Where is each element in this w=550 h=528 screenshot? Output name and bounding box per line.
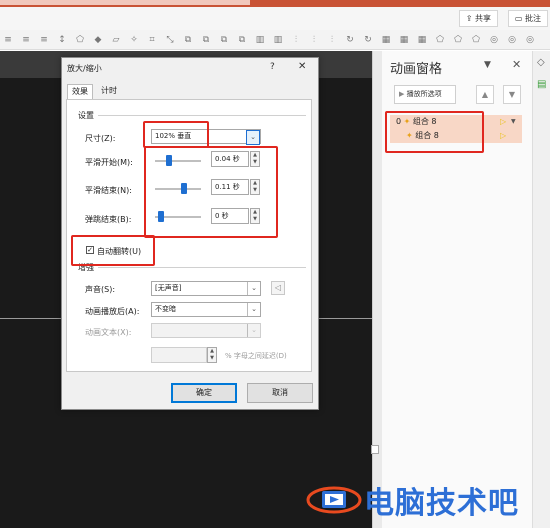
after-animation-select[interactable]: 不变暗 ⌄	[151, 302, 261, 317]
distribute-icon[interactable]: ⫶	[290, 35, 302, 45]
arrange-icon[interactable]: ▦	[380, 35, 392, 45]
layer-icon[interactable]: ▥	[254, 35, 266, 45]
chevron-down-icon[interactable]: ⌄	[247, 303, 260, 316]
comments-button[interactable]: ▭ 批注	[507, 10, 548, 27]
share-button[interactable]: ⇪ 共享	[458, 10, 498, 27]
highlight-box-size	[143, 121, 209, 148]
distribute-icon[interactable]: ⫶	[308, 35, 320, 45]
after-animation-label: 动画播放后(A):	[85, 307, 140, 316]
scroll-thumb[interactable]	[371, 445, 379, 454]
highlight-box-pane	[385, 111, 484, 153]
merge-icon[interactable]: ◎	[506, 35, 518, 45]
shape-icon[interactable]: ⬠	[74, 35, 86, 45]
side-panel-strip: ◇ ▤	[532, 51, 550, 528]
title-bar	[0, 0, 550, 7]
arrange-icon[interactable]: ▦	[398, 35, 410, 45]
animation-pane-title: 动画窗格	[390, 62, 443, 77]
size-label: 尺寸(Z):	[85, 134, 116, 143]
close-icon[interactable]: ✕	[298, 61, 306, 72]
smooth-start-label: 平滑开始(M):	[85, 158, 133, 167]
settings-group-label: 设置	[78, 111, 94, 120]
timing-bar-icon: ▷	[500, 131, 507, 140]
sound-label: 声音(S):	[85, 285, 116, 294]
distribute-icon[interactable]: ⫶	[326, 35, 338, 45]
animate-text-select[interactable]: ⌄	[151, 323, 261, 338]
shape-icon[interactable]: ⬠	[434, 35, 446, 45]
tab-effect[interactable]: 效果	[67, 84, 93, 100]
highlight-box-sliders	[144, 146, 278, 238]
group-icon[interactable]: ⧉	[182, 35, 194, 45]
letter-delay-label: % 字母之间延迟(D)	[225, 352, 287, 360]
comments-label: 批注	[525, 14, 541, 23]
chevron-down-icon[interactable]: ⌄	[247, 324, 260, 337]
rotate-icon[interactable]: ↻	[362, 35, 374, 45]
arrange-icon[interactable]: ▦	[416, 35, 428, 45]
move-up-button[interactable]: ▲	[476, 85, 494, 104]
shape-icon[interactable]: ⬠	[452, 35, 464, 45]
crop-icon[interactable]: ⌗	[146, 35, 158, 45]
after-animation-value: 不变暗	[155, 305, 176, 313]
sound-value: [无声音]	[155, 284, 182, 292]
group-icon[interactable]: ⧉	[236, 35, 248, 45]
chevron-down-icon[interactable]: ⌄	[247, 282, 260, 295]
pane-menu-icon[interactable]: ▼	[484, 60, 491, 70]
dropdown-icon[interactable]: ▼	[511, 115, 516, 129]
align-icon[interactable]: ≡	[38, 35, 50, 45]
chevron-down-icon: ▼	[508, 90, 516, 99]
sound-select[interactable]: [无声音] ⌄	[151, 281, 261, 296]
tab-timing[interactable]: 计时	[97, 84, 121, 100]
spin-up-icon[interactable]: ▲	[210, 348, 214, 354]
highlight-box-auto-reverse	[71, 235, 155, 266]
animate-text-label: 动画文本(X):	[85, 328, 132, 337]
chevron-down-icon[interactable]: ⌄	[246, 130, 260, 145]
panel-icon[interactable]: ▤	[537, 79, 546, 90]
spin-down-icon[interactable]: ▼	[210, 355, 214, 361]
timing-bar-icon: ▷	[500, 117, 507, 126]
merge-icon[interactable]: ◎	[488, 35, 500, 45]
pane-close-icon[interactable]: ✕	[512, 58, 521, 71]
rotate-icon[interactable]: ↻	[344, 35, 356, 45]
play-icon: ▶	[399, 90, 407, 98]
comment-icon: ▭	[514, 14, 525, 23]
merge-icon[interactable]: ◎	[524, 35, 536, 45]
enhancement-divider	[98, 267, 306, 268]
cancel-button[interactable]: 取消	[247, 383, 313, 403]
letter-delay-input[interactable]	[151, 347, 207, 363]
share-label: 共享	[475, 14, 491, 23]
layer-icon[interactable]: ▥	[272, 35, 284, 45]
resize-icon[interactable]: ⤡	[164, 35, 176, 45]
pin-icon[interactable]: ◇	[537, 57, 545, 68]
fill-icon[interactable]: ◆	[92, 35, 104, 45]
align-icon[interactable]: ≡	[20, 35, 32, 45]
letter-delay-spinner[interactable]: ▲ ▼	[207, 347, 217, 363]
bounce-end-label: 弹跳结束(B):	[85, 215, 132, 224]
move-down-button[interactable]: ▼	[503, 85, 521, 104]
help-icon[interactable]: ?	[270, 62, 275, 72]
group-icon[interactable]: ⧉	[218, 35, 230, 45]
play-selected-label: 播放所选项	[406, 90, 442, 98]
shape-icon[interactable]: ⬠	[470, 35, 482, 45]
group-icon[interactable]: ⧉	[200, 35, 212, 45]
ok-button[interactable]: 确定	[171, 383, 237, 403]
sound-volume-icon[interactable]: ◁	[271, 281, 285, 295]
editor-scrollbar[interactable]	[372, 51, 382, 528]
chevron-up-icon: ▲	[481, 90, 489, 99]
effect-icon[interactable]: ✧	[128, 35, 140, 45]
watermark-text: 电脑技术吧	[364, 486, 519, 521]
outline-icon[interactable]: ▱	[110, 35, 122, 45]
text-direction-icon[interactable]: ↕	[56, 35, 68, 45]
play-selected-button[interactable]: ▶ 播放所选项	[394, 85, 456, 104]
settings-divider	[98, 115, 306, 116]
align-icon[interactable]: ≡	[2, 35, 14, 45]
title-bar-highlight	[0, 0, 250, 5]
watermark-logo	[306, 486, 362, 514]
share-icon: ⇪	[465, 14, 475, 23]
dialog-title: 放大/缩小	[67, 64, 102, 73]
smooth-end-label: 平滑结束(N):	[85, 186, 132, 195]
ribbon-toolbar: ≡ ≡ ≡ ↕ ⬠ ◆ ▱ ✧ ⌗ ⤡ ⧉ ⧉ ⧉ ⧉ ▥ ▥ ⫶ ⫶ ⫶ ↻ ↻ ▦ ▦ ▦ ⬠ ⬠ ⬠ ◎ ◎ ◎	[0, 30, 550, 50]
